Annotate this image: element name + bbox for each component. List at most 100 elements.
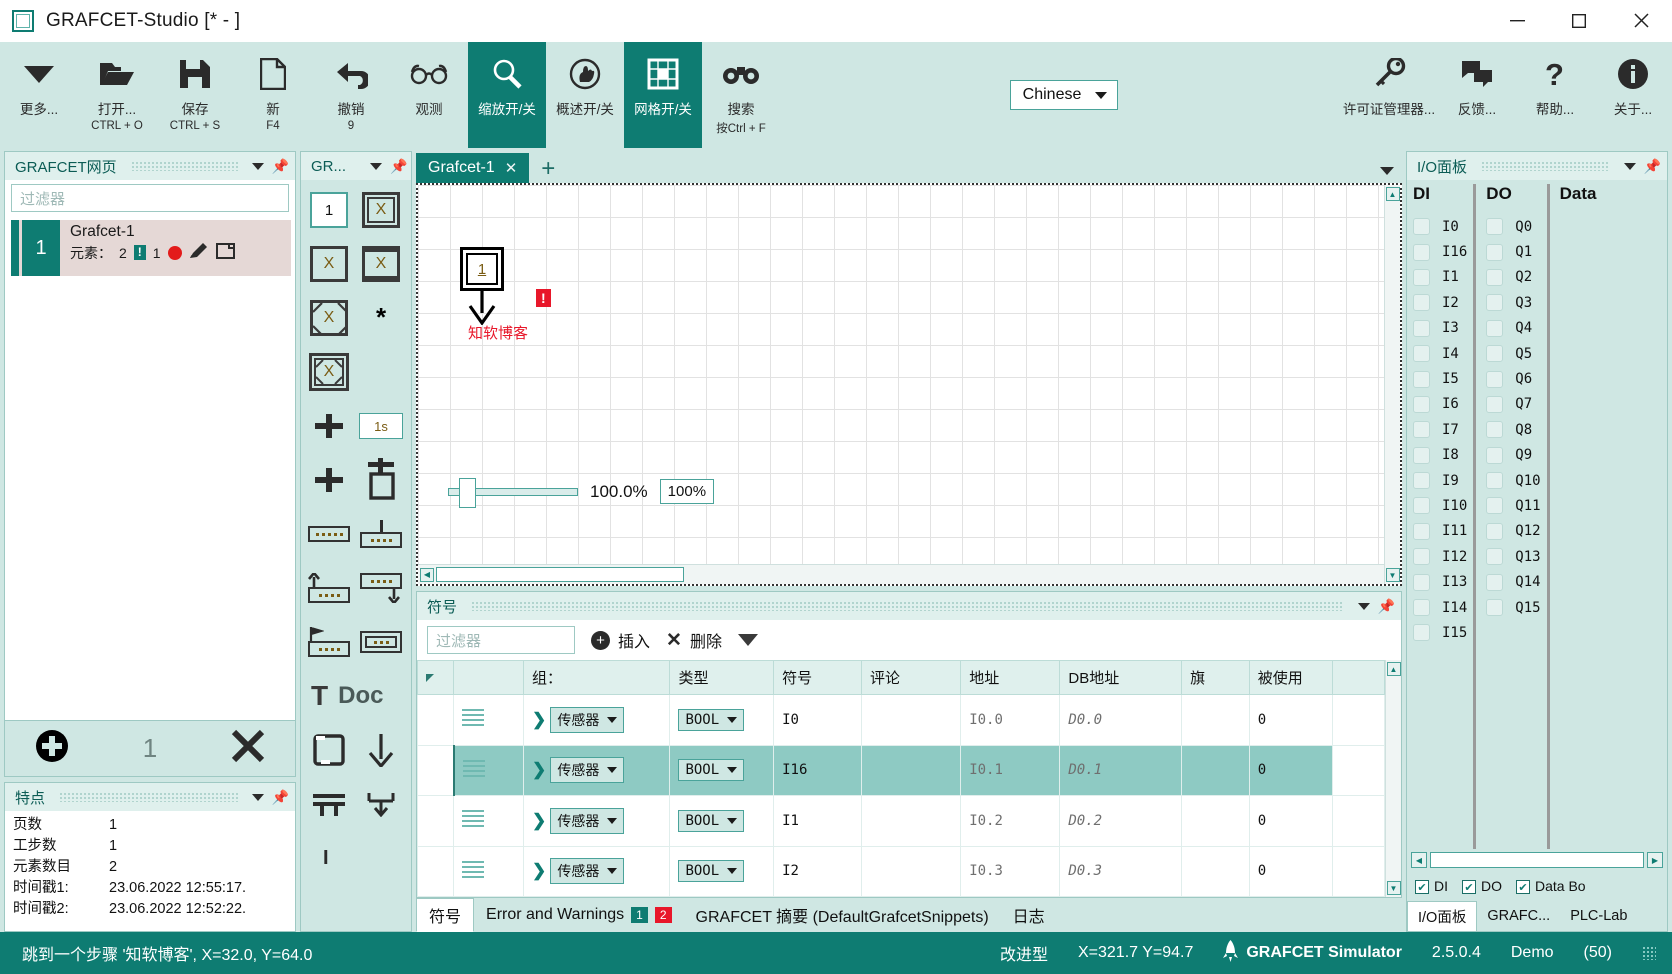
io-checkbox[interactable] bbox=[1413, 319, 1430, 337]
io-item[interactable]: I7 bbox=[1413, 417, 1467, 442]
cell-address[interactable]: I0.0 bbox=[960, 694, 1061, 746]
cell-group[interactable]: ❯ 传感器 bbox=[522, 795, 671, 847]
col-handle[interactable] bbox=[453, 660, 524, 695]
io-checkbox[interactable] bbox=[1486, 599, 1504, 617]
col-sort[interactable] bbox=[416, 660, 455, 695]
io-item[interactable]: I12 bbox=[1413, 544, 1467, 569]
canvas-vertical-scrollbar[interactable]: ▲ ▼ bbox=[1384, 185, 1400, 584]
toolbox-text-doc-tools[interactable]: T Doc bbox=[307, 674, 405, 718]
io-checkbox[interactable] bbox=[1413, 218, 1430, 236]
cell-flag[interactable] bbox=[1181, 744, 1250, 796]
tab-grafcet-1[interactable]: Grafcet-1 ✕ bbox=[416, 153, 530, 183]
toolbar-grid-toggle-button[interactable]: 网格开/关 bbox=[624, 42, 702, 148]
symbols-more-icon[interactable] bbox=[737, 634, 758, 646]
cell-type[interactable]: BOOL bbox=[669, 744, 775, 796]
toolbox-initial-enclosing-step-tool[interactable]: X bbox=[307, 350, 351, 394]
io-item[interactable]: I4 bbox=[1413, 341, 1467, 366]
col-flag[interactable]: 旗 bbox=[1181, 660, 1250, 695]
cell-db-address[interactable]: D0.3 bbox=[1059, 845, 1183, 897]
io-checkbox[interactable] bbox=[1486, 395, 1504, 413]
toolbox-converge-tool[interactable] bbox=[359, 782, 403, 826]
row-selector[interactable] bbox=[416, 694, 455, 746]
io-checkbox[interactable] bbox=[1413, 370, 1430, 388]
cell-db-address[interactable]: D0.0 bbox=[1059, 694, 1183, 746]
io-item[interactable]: I13 bbox=[1413, 569, 1467, 594]
toolbar-feedback-button[interactable]: 反馈... bbox=[1438, 42, 1516, 148]
toolbox-action-nested-tool[interactable] bbox=[359, 620, 403, 664]
toolbar-open-button[interactable]: 打开... CTRL + O bbox=[78, 42, 156, 148]
close-icon[interactable]: ✕ bbox=[505, 159, 518, 177]
language-select[interactable]: Chinese bbox=[1009, 80, 1119, 110]
toolbox-transition-tool[interactable] bbox=[307, 404, 351, 448]
col-group[interactable]: 组： bbox=[522, 660, 671, 695]
table-row[interactable]: ❯ 传感器 BOOL I16 I0.1 D0.1 0 bbox=[416, 744, 1385, 796]
io-checkbox[interactable] bbox=[1413, 268, 1430, 286]
toolbar-more-button[interactable]: 更多... bbox=[0, 42, 78, 148]
toolbox-arrow-down-tool[interactable] bbox=[359, 728, 403, 772]
io-check-do[interactable]: ✔ DO bbox=[1462, 878, 1502, 895]
cell-group[interactable]: ❯ 传感器 bbox=[522, 744, 671, 796]
io-item[interactable]: I0 bbox=[1413, 214, 1467, 239]
io-item[interactable]: I11 bbox=[1413, 519, 1467, 544]
toolbar-new-button[interactable]: 新 F4 bbox=[234, 42, 312, 148]
pin-icon[interactable]: 📌 bbox=[1644, 158, 1661, 175]
toolbox-vertical-link-tool[interactable]: I bbox=[307, 836, 405, 880]
expand-chevron-icon[interactable]: ❯ bbox=[532, 811, 546, 830]
toolbar-about-button[interactable]: 关于... bbox=[1594, 42, 1672, 148]
scroll-right-icon[interactable]: ▶ bbox=[1647, 852, 1663, 868]
toolbox-action-down-tool[interactable] bbox=[359, 566, 403, 610]
row-drag-handle[interactable] bbox=[453, 744, 524, 796]
io-item[interactable]: Q11 bbox=[1486, 493, 1541, 518]
chevron-down-icon[interactable] bbox=[370, 162, 383, 170]
io-item[interactable]: I16 bbox=[1413, 239, 1467, 264]
io-item[interactable]: Q9 bbox=[1486, 443, 1540, 468]
col-db-address[interactable]: DB地址 bbox=[1059, 660, 1183, 695]
cell-used[interactable]: 0 bbox=[1248, 744, 1334, 796]
cell-comment[interactable] bbox=[861, 795, 962, 847]
row-selector[interactable] bbox=[416, 744, 455, 796]
cell-address[interactable]: I0.3 bbox=[960, 845, 1061, 897]
io-item[interactable]: I10 bbox=[1413, 493, 1467, 518]
resize-grip-icon[interactable] bbox=[1642, 946, 1656, 960]
cell-flag[interactable] bbox=[1181, 694, 1250, 746]
tab-grafcet[interactable]: GRAFC... bbox=[1477, 901, 1560, 931]
cell-group[interactable]: ❯ 传感器 bbox=[522, 694, 671, 746]
io-checkbox[interactable] bbox=[1413, 243, 1430, 261]
io-item[interactable]: Q10 bbox=[1486, 468, 1541, 493]
io-item[interactable]: Q15 bbox=[1486, 595, 1541, 620]
toolbar-save-button[interactable]: 保存 CTRL + S bbox=[156, 42, 234, 148]
col-comment[interactable]: 评论 bbox=[861, 660, 962, 695]
toolbox-enclosing-step-tool[interactable]: X bbox=[307, 296, 351, 340]
toolbox-frame-tool[interactable] bbox=[307, 728, 351, 772]
row-selector[interactable] bbox=[416, 845, 455, 897]
scroll-up-icon[interactable]: ▲ bbox=[1386, 662, 1401, 676]
drag-handle[interactable] bbox=[1481, 161, 1610, 171]
io-item[interactable]: Q13 bbox=[1486, 544, 1541, 569]
expand-chevron-icon[interactable]: ❯ bbox=[532, 760, 546, 779]
io-horizontal-scrollbar[interactable]: ◀ ▶ bbox=[1407, 849, 1667, 871]
io-checkbox[interactable] bbox=[1413, 345, 1430, 363]
io-item[interactable]: Q7 bbox=[1486, 392, 1540, 417]
io-checkbox[interactable] bbox=[1413, 548, 1430, 566]
cell-flag[interactable] bbox=[1181, 845, 1250, 897]
io-checkbox[interactable] bbox=[1486, 573, 1504, 591]
toolbox-action-up-tool[interactable] bbox=[307, 566, 351, 610]
pin-icon[interactable]: 📌 bbox=[390, 158, 407, 175]
io-checkbox[interactable] bbox=[1486, 243, 1504, 261]
io-item[interactable]: I15 bbox=[1413, 620, 1467, 645]
scroll-down-icon[interactable]: ▼ bbox=[1386, 881, 1401, 895]
io-item[interactable]: Q0 bbox=[1486, 214, 1540, 239]
grafcet-canvas[interactable]: 1 ! 知软博客 100.0% 100% bbox=[418, 185, 1384, 564]
cell-type[interactable]: BOOL bbox=[669, 795, 775, 847]
io-checkbox[interactable] bbox=[1486, 548, 1504, 566]
row-drag-handle[interactable] bbox=[453, 694, 524, 746]
cell-flag[interactable] bbox=[1181, 795, 1250, 847]
expand-chevron-icon[interactable]: ❯ bbox=[532, 861, 546, 880]
minimize-button[interactable] bbox=[1486, 0, 1548, 42]
toolbar-search-button[interactable]: 搜索 按Ctrl + F bbox=[702, 42, 780, 148]
cell-comment[interactable] bbox=[861, 845, 962, 897]
cell-db-address[interactable]: D0.1 bbox=[1059, 744, 1183, 796]
tabstrip-overflow-icon[interactable] bbox=[1380, 167, 1394, 175]
zoom-value-box[interactable]: 100% bbox=[659, 479, 715, 504]
chevron-down-icon[interactable] bbox=[251, 793, 264, 801]
